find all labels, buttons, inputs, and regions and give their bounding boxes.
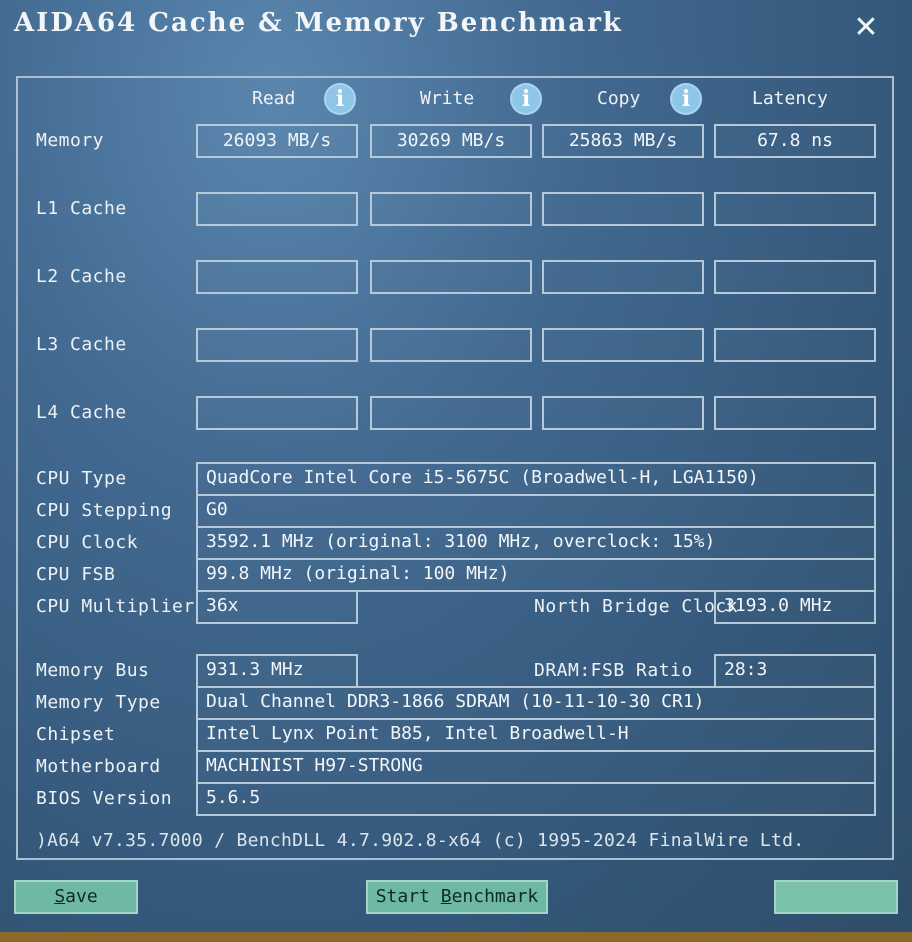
l4-write-value — [370, 396, 532, 430]
memory-bus-label: Memory Bus — [36, 660, 150, 681]
save-button[interactable]: Save — [14, 880, 138, 914]
north-bridge-clock-label: North Bridge Clock — [534, 596, 739, 617]
cpu-stepping-label: CPU Stepping — [36, 500, 173, 521]
column-header-latency: Latency — [752, 88, 828, 109]
row-label-l2-cache: L2 Cache — [36, 266, 127, 287]
l4-copy-value — [542, 396, 704, 430]
start-button-prefix: Start — [375, 886, 441, 907]
l3-write-value — [370, 328, 532, 362]
close-dialog-button[interactable] — [774, 880, 898, 914]
memory-write-value: 30269 MB/s — [370, 124, 532, 158]
north-bridge-clock-value: 3193.0 MHz — [714, 590, 876, 624]
cpu-type-value: QuadCore Intel Core i5-5675C (Broadwell-… — [196, 462, 876, 496]
memory-latency-value: 67.8 ns — [714, 124, 876, 158]
start-benchmark-button[interactable]: Start Benchmark — [366, 880, 548, 914]
cpu-stepping-value: G0 — [196, 494, 876, 528]
cpu-clock-value: 3592.1 MHz (original: 3100 MHz, overcloc… — [196, 526, 876, 560]
l3-copy-value — [542, 328, 704, 362]
motherboard-value: MACHINIST H97-STRONG — [196, 750, 876, 784]
start-button-rest: enchmark — [451, 886, 539, 907]
cpu-fsb-value: 99.8 MHz (original: 100 MHz) — [196, 558, 876, 592]
window-title: AIDA64 Cache & Memory Benchmark — [14, 8, 623, 38]
row-label-l3-cache: L3 Cache — [36, 334, 127, 355]
bios-version-value: 5.6.5 — [196, 782, 876, 816]
cpu-fsb-label: CPU FSB — [36, 564, 116, 585]
memory-bus-value: 931.3 MHz — [196, 654, 358, 688]
save-button-label: ave — [65, 886, 98, 907]
bios-version-label: BIOS Version — [36, 788, 173, 809]
dram-fsb-ratio-value: 28:3 — [714, 654, 876, 688]
l4-read-value — [196, 396, 358, 430]
save-button-accel: S — [54, 886, 66, 907]
cpu-multiplier-label: CPU Multiplier — [36, 596, 195, 617]
cpu-multiplier-value: 36x — [196, 590, 358, 624]
l4-latency-value — [714, 396, 876, 430]
taskbar-edge — [0, 932, 912, 942]
l3-read-value — [196, 328, 358, 362]
column-header-copy: Copy — [597, 88, 641, 109]
motherboard-label: Motherboard — [36, 756, 161, 777]
read-info-icon[interactable]: i — [324, 83, 356, 115]
l2-copy-value — [542, 260, 704, 294]
row-label-l1-cache: L1 Cache — [36, 198, 127, 219]
write-info-icon[interactable]: i — [510, 83, 542, 115]
close-button[interactable]: ✕ — [846, 10, 886, 46]
l1-write-value — [370, 192, 532, 226]
memory-type-label: Memory Type — [36, 692, 161, 713]
l1-latency-value — [714, 192, 876, 226]
l2-read-value — [196, 260, 358, 294]
column-header-read: Read — [252, 88, 296, 109]
l1-read-value — [196, 192, 358, 226]
l3-latency-value — [714, 328, 876, 362]
start-button-accel: B — [440, 886, 452, 907]
chipset-value: Intel Lynx Point B85, Intel Broadwell-H — [196, 718, 876, 752]
l2-latency-value — [714, 260, 876, 294]
row-label-memory: Memory — [36, 130, 105, 151]
dram-fsb-ratio-label: DRAM:FSB Ratio — [534, 660, 693, 681]
memory-read-value: 26093 MB/s — [196, 124, 358, 158]
copyright-footer: )A64 v7.35.7000 / BenchDLL 4.7.902.8-x64… — [36, 830, 805, 851]
memory-type-value: Dual Channel DDR3-1866 SDRAM (10-11-10-3… — [196, 686, 876, 720]
title-bar: AIDA64 Cache & Memory Benchmark ✕ — [0, 0, 912, 56]
cpu-clock-label: CPU Clock — [36, 532, 139, 553]
l1-copy-value — [542, 192, 704, 226]
memory-copy-value: 25863 MB/s — [542, 124, 704, 158]
copy-info-icon[interactable]: i — [670, 83, 702, 115]
cpu-type-label: CPU Type — [36, 468, 127, 489]
chipset-label: Chipset — [36, 724, 116, 745]
l2-write-value — [370, 260, 532, 294]
row-label-l4-cache: L4 Cache — [36, 402, 127, 423]
column-header-write: Write — [420, 88, 475, 109]
